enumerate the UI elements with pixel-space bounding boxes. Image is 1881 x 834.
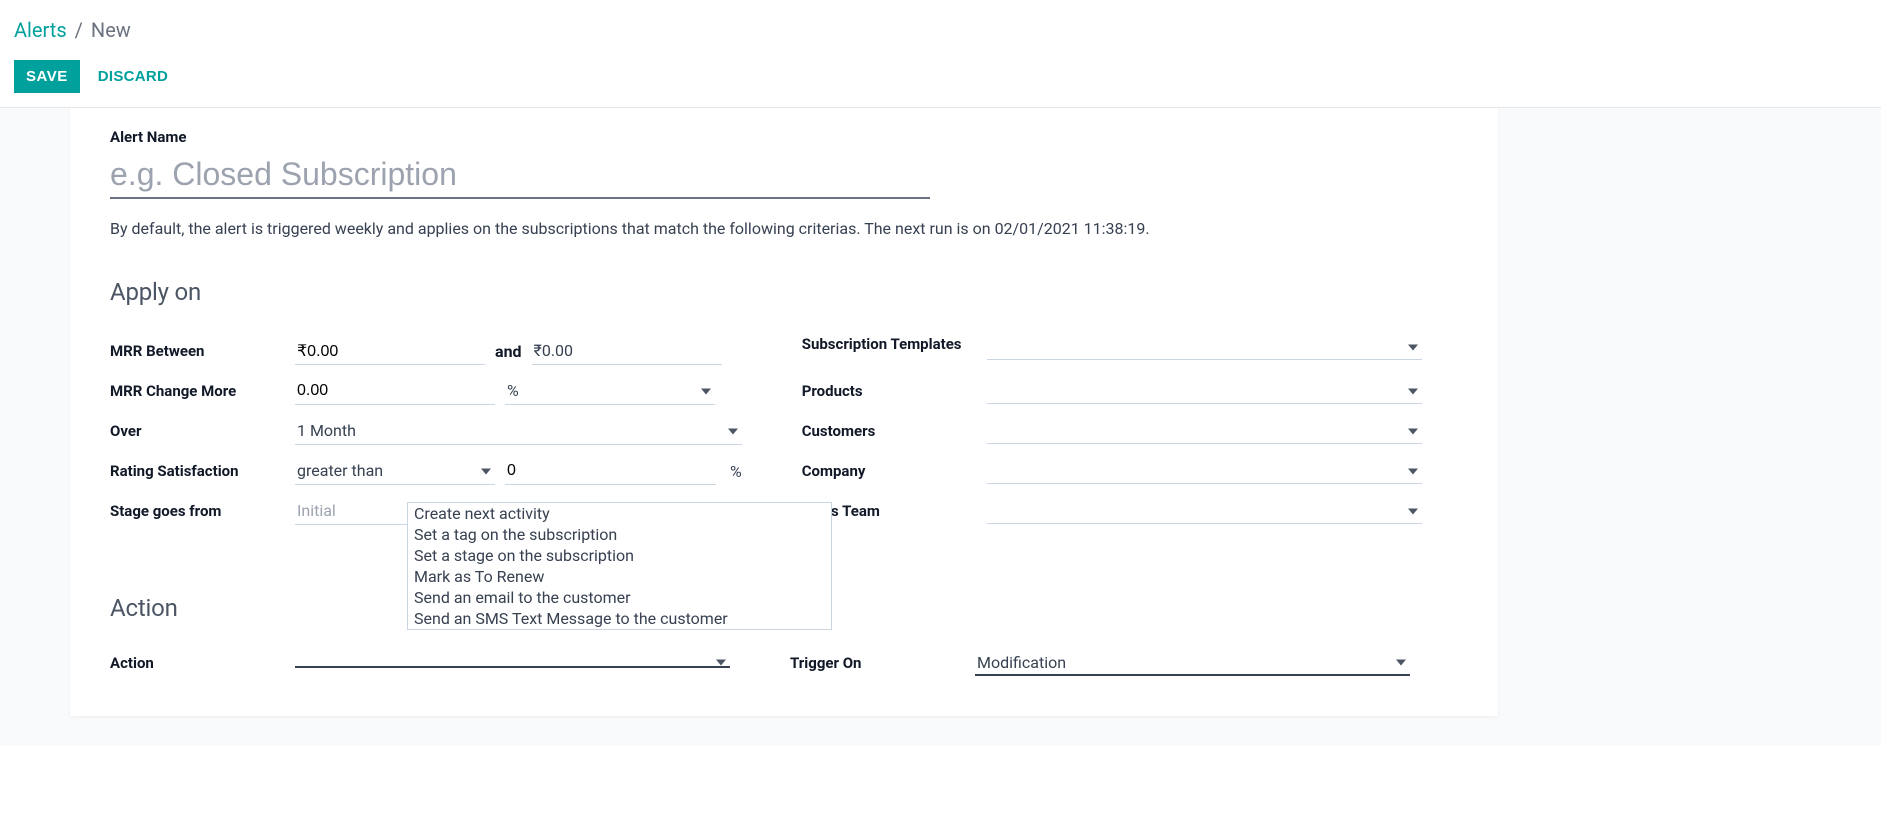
caret-down-icon bbox=[481, 461, 491, 480]
caret-down-icon bbox=[701, 381, 711, 400]
customers-label: Customers bbox=[802, 422, 987, 440]
apply-columns: MRR Between and ₹0.00 MRR Change More bbox=[110, 334, 1470, 534]
caret-down-icon bbox=[728, 421, 738, 440]
apply-on-title: Apply on bbox=[110, 278, 1470, 306]
mrr-change-label: MRR Change More bbox=[110, 382, 295, 400]
rating-row: Rating Satisfaction greater than % bbox=[110, 454, 742, 488]
caret-down-icon bbox=[1408, 461, 1418, 480]
company-row: Company bbox=[802, 454, 1422, 488]
action-columns: Action Trigger On bbox=[110, 646, 1470, 686]
alert-name-input[interactable] bbox=[110, 152, 930, 199]
products-row: Products bbox=[802, 374, 1422, 408]
customers-select[interactable] bbox=[987, 418, 1422, 444]
sales-team-row: Sales Team bbox=[802, 494, 1422, 528]
breadcrumb-alerts-link[interactable]: Alerts bbox=[14, 18, 67, 42]
stage-from-placeholder: Initial bbox=[297, 501, 336, 520]
apply-right-col: Subscription Templates Products bbox=[802, 334, 1422, 534]
over-row: Over 1 Month bbox=[110, 414, 742, 448]
canvas: Alert Name By default, the alert is trig… bbox=[0, 108, 1881, 746]
breadcrumb-current: New bbox=[91, 18, 131, 42]
dropdown-item[interactable]: Set a stage on the subscription bbox=[408, 545, 831, 566]
caret-down-icon bbox=[1408, 421, 1418, 440]
mrr-change-unit-value: % bbox=[507, 381, 519, 400]
dropdown-item[interactable]: Send an SMS Text Message to the customer bbox=[408, 608, 831, 629]
trigger-label: Trigger On bbox=[790, 654, 975, 672]
trigger-select[interactable]: Modification bbox=[975, 650, 1410, 676]
mrr-between-label: MRR Between bbox=[110, 342, 295, 360]
products-label: Products bbox=[802, 382, 987, 400]
over-fields: 1 Month bbox=[295, 417, 742, 445]
info-text: By default, the alert is triggered weekl… bbox=[110, 219, 1470, 238]
caret-down-icon bbox=[1408, 501, 1418, 520]
subscription-templates-label: Subscription Templates bbox=[802, 334, 987, 354]
rating-label: Rating Satisfaction bbox=[110, 462, 295, 480]
mrr-change-fields: % bbox=[295, 377, 742, 405]
breadcrumb-sep: / bbox=[75, 18, 83, 42]
action-buttons: SAVE DISCARD bbox=[14, 60, 1867, 93]
alert-name-label: Alert Name bbox=[110, 128, 1470, 146]
subscription-templates-select[interactable] bbox=[987, 334, 1422, 360]
apply-left-col: MRR Between and ₹0.00 MRR Change More bbox=[110, 334, 742, 534]
rating-percent-suffix: % bbox=[730, 462, 742, 481]
trigger-value: Modification bbox=[977, 653, 1066, 672]
rating-value-input[interactable] bbox=[505, 458, 716, 485]
dropdown-item[interactable]: Mark as To Renew bbox=[408, 566, 831, 587]
action-right-col: Trigger On Modification bbox=[790, 646, 1410, 686]
action-dropdown-menu: Create next activitySet a tag on the sub… bbox=[407, 502, 832, 630]
products-select[interactable] bbox=[987, 378, 1422, 404]
dropdown-item[interactable]: Send an email to the customer bbox=[408, 587, 831, 608]
breadcrumb: Alerts / New bbox=[14, 18, 1867, 42]
caret-down-icon bbox=[1396, 653, 1406, 672]
action-left-col: Action bbox=[110, 646, 730, 686]
action-label: Action bbox=[110, 654, 295, 672]
over-label: Over bbox=[110, 422, 295, 440]
caret-down-icon bbox=[1408, 381, 1418, 400]
mrr-change-input[interactable] bbox=[295, 378, 495, 405]
sales-team-select[interactable] bbox=[987, 498, 1422, 524]
mrr-between-fields: and ₹0.00 bbox=[295, 337, 742, 365]
stage-label: Stage goes from bbox=[110, 502, 295, 520]
discard-button[interactable]: DISCARD bbox=[98, 68, 168, 85]
rating-op-select[interactable]: greater than bbox=[295, 457, 495, 485]
form-sheet: Alert Name By default, the alert is trig… bbox=[70, 108, 1498, 716]
dropdown-item[interactable]: Set a tag on the subscription bbox=[408, 524, 831, 545]
subscription-templates-row: Subscription Templates bbox=[802, 334, 1422, 368]
mrr-change-unit-select[interactable]: % bbox=[505, 377, 715, 405]
customers-row: Customers bbox=[802, 414, 1422, 448]
dropdown-item[interactable]: Create next activity bbox=[408, 503, 831, 524]
trigger-row: Trigger On Modification bbox=[790, 646, 1410, 680]
company-select[interactable] bbox=[987, 458, 1422, 484]
mrr-to-input[interactable]: ₹0.00 bbox=[534, 341, 720, 360]
action-select[interactable] bbox=[295, 658, 730, 668]
caret-down-icon bbox=[1408, 337, 1418, 356]
rating-fields: greater than % bbox=[295, 457, 742, 485]
save-button[interactable]: SAVE bbox=[14, 60, 80, 93]
action-row: Action bbox=[110, 646, 730, 680]
mrr-from-input[interactable] bbox=[295, 338, 485, 365]
rating-op-value: greater than bbox=[297, 461, 383, 480]
over-select[interactable]: 1 Month bbox=[295, 417, 742, 445]
header: Alerts / New SAVE DISCARD bbox=[0, 0, 1881, 107]
mrr-and-text: and bbox=[495, 342, 522, 361]
mrr-between-row: MRR Between and ₹0.00 bbox=[110, 334, 742, 368]
company-label: Company bbox=[802, 462, 987, 480]
mrr-change-row: MRR Change More % bbox=[110, 374, 742, 408]
caret-down-icon bbox=[716, 653, 726, 672]
over-value: 1 Month bbox=[297, 421, 356, 440]
